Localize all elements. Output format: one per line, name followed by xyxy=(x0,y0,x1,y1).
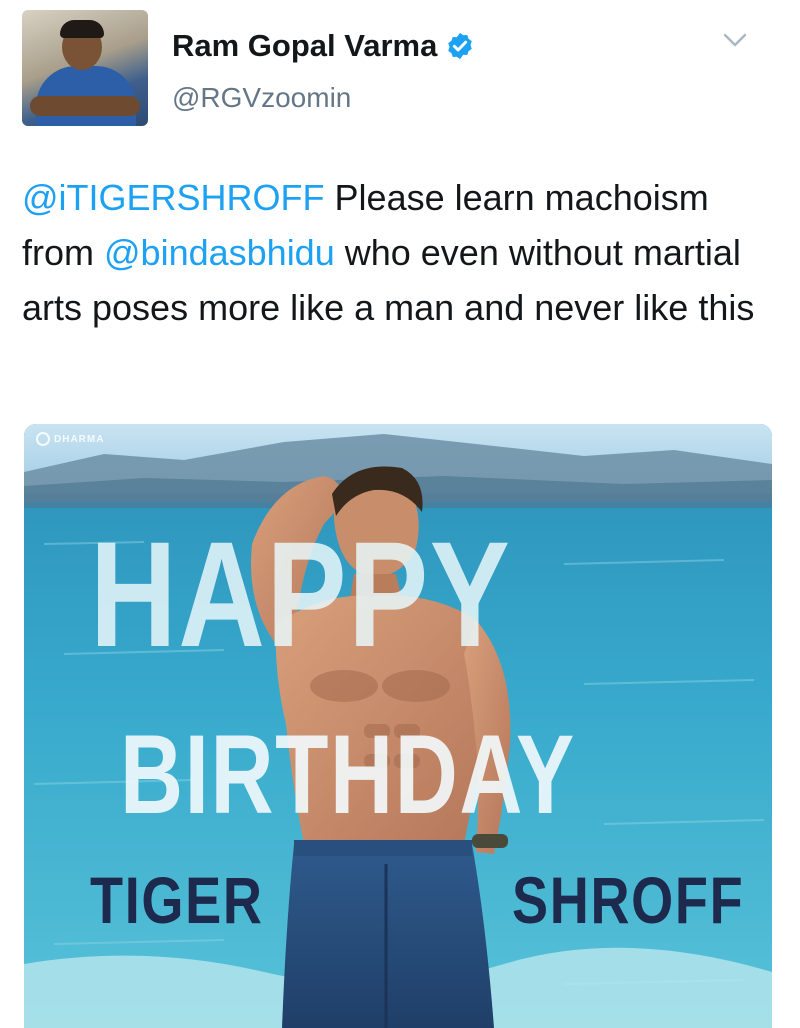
mention-link[interactable]: @bindasbhidu xyxy=(104,232,335,273)
tweet-media-image[interactable]: DHARMA HAPPY BIRTHDAY TIGER SHROFF xyxy=(24,424,772,1028)
chevron-down-icon[interactable] xyxy=(720,28,750,52)
author-handle[interactable]: @RGVzoomin xyxy=(172,82,351,114)
dharma-logo-icon xyxy=(36,432,50,446)
avatar[interactable] xyxy=(22,10,148,126)
verified-badge-icon xyxy=(448,32,473,60)
dharma-watermark: DHARMA xyxy=(36,432,104,446)
mention-link[interactable]: @iTIGERSHROFF xyxy=(22,177,325,218)
watermark-text: DHARMA xyxy=(54,433,105,445)
name-last: SHROFF xyxy=(512,863,745,937)
headline-birthday: BIRTHDAY xyxy=(120,712,576,837)
author-display-name[interactable]: Ram Gopal Varma xyxy=(172,28,437,64)
name-first: TIGER xyxy=(90,863,264,937)
author-name-row[interactable]: Ram Gopal Varma xyxy=(172,28,475,64)
headline-happy: HAPPY xyxy=(90,510,512,678)
tweet-text: @iTIGERSHROFF Please learn machoism from… xyxy=(22,170,782,335)
